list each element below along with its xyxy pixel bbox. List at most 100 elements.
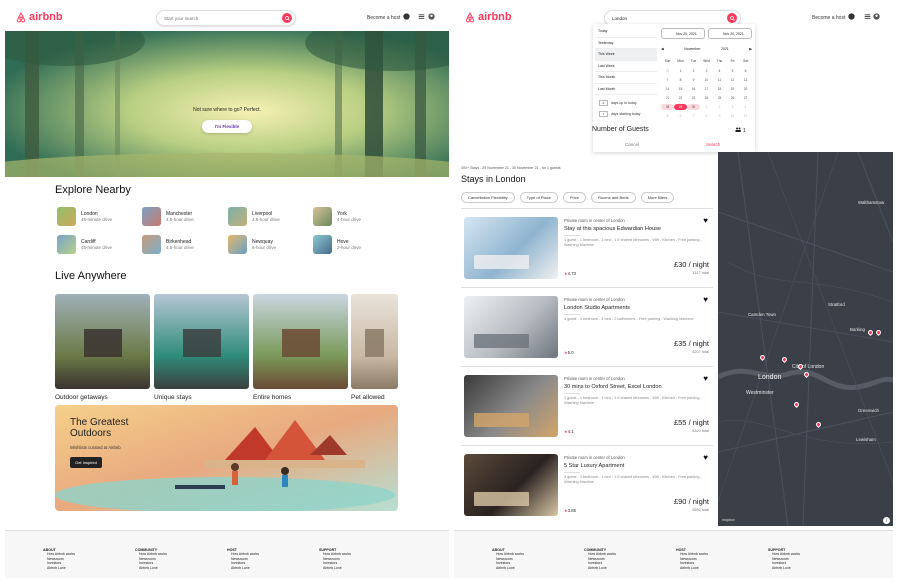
calendar-day[interactable]: 10 [726, 113, 739, 119]
calendar-day[interactable]: 15 [674, 86, 687, 92]
calendar-day[interactable]: 6 [739, 68, 752, 74]
globe-icon[interactable] [403, 13, 410, 22]
listing-photo[interactable] [464, 296, 558, 358]
nearby-item[interactable]: Hove 2-hour drive [313, 235, 361, 254]
calendar-day[interactable]: 11 [739, 113, 752, 119]
calendar-day[interactable]: 3 [726, 104, 739, 110]
calendar-day[interactable]: 7 [687, 113, 700, 119]
listing-name[interactable]: Stay at this spacious Edwardian House [564, 226, 661, 232]
nearby-item[interactable]: Birkenhead 4.5-hour drive [142, 235, 194, 254]
calendar-day[interactable]: 18 [713, 86, 726, 92]
calendar-day[interactable]: 19 [726, 86, 739, 92]
get-inspired-button[interactable]: Get Inspired [70, 457, 102, 468]
calendar-day[interactable]: 1 [674, 68, 687, 74]
nearby-item[interactable]: Cardiff 45-minute drive [57, 235, 112, 254]
live-anywhere-card[interactable] [55, 294, 150, 389]
footer-link[interactable]: Airbnb Luxe [584, 566, 616, 570]
menu-icon[interactable] [864, 13, 871, 22]
footer-link[interactable]: Airbnb Luxe [492, 566, 524, 570]
days-up-to-today[interactable]: 0 days up to today [599, 100, 637, 106]
calendar-day[interactable]: 28 [661, 104, 674, 110]
filter-chip[interactable]: Type of Place [519, 192, 558, 203]
filter-chip[interactable]: Cancellation Flexibility [461, 192, 515, 203]
filter-chip[interactable]: Rooms and Beds [590, 192, 636, 203]
heart-icon[interactable]: ♥ [703, 216, 708, 225]
calendar-day[interactable]: 27 [739, 95, 752, 101]
cancel-button[interactable]: Cancel [625, 142, 639, 147]
calendar-day[interactable]: 26 [726, 95, 739, 101]
next-month-icon[interactable]: ▶ [749, 47, 752, 51]
calendar-day[interactable]: 7 [661, 77, 674, 83]
date-preset[interactable]: Today [595, 26, 657, 38]
search-bar[interactable]: Start your search [156, 10, 296, 26]
nearby-item[interactable]: York 4-hour drive [313, 207, 361, 226]
menu-icon[interactable] [418, 13, 425, 22]
calendar-day[interactable]: 6 [674, 113, 687, 119]
calendar-day[interactable]: 21 [661, 95, 674, 101]
date-preset[interactable]: This Week [595, 49, 657, 61]
heart-icon[interactable]: ♥ [703, 453, 708, 462]
calendar-day[interactable]: 25 [713, 95, 726, 101]
calendar-day[interactable]: 5 [661, 113, 674, 119]
date-preset[interactable]: Yesterday [595, 38, 657, 49]
calendar-day[interactable]: 24 [700, 95, 713, 101]
live-anywhere-card[interactable] [253, 294, 348, 389]
listing-photo[interactable] [464, 375, 558, 437]
start-date-field[interactable]: Nov 20, 2021 [661, 28, 705, 39]
search-icon[interactable] [282, 13, 292, 23]
calendar-day[interactable]: 8 [674, 77, 687, 83]
calendar-day[interactable]: 17 [700, 86, 713, 92]
calendar-day[interactable]: 23 [687, 95, 700, 101]
footer-link[interactable]: Airbnb Luxe [135, 566, 167, 570]
listing-name[interactable]: 5 Star Luxury Apartment [564, 463, 624, 469]
mapbox-attribution[interactable]: mapbox [722, 518, 735, 522]
user-avatar-icon[interactable] [428, 13, 435, 22]
calendar-day[interactable]: 12 [726, 77, 739, 83]
date-preset[interactable]: Last Month [595, 84, 657, 95]
guests-count[interactable]: 1 [735, 127, 746, 134]
globe-icon[interactable] [848, 13, 855, 22]
year-select[interactable]: 2021 [721, 47, 729, 51]
listing-card[interactable]: Private room in center of London London S… [461, 287, 713, 366]
heart-icon[interactable]: ♥ [703, 374, 708, 383]
days-starting-today[interactable]: 7 days starting today [599, 111, 640, 117]
live-anywhere-card[interactable] [154, 294, 249, 389]
filter-chip[interactable]: More filters [640, 192, 675, 203]
nearby-item[interactable]: London 45-minute drive [57, 207, 112, 226]
calendar-day[interactable]: 4 [713, 68, 726, 74]
listing-card[interactable]: Private room in center of London 30 mins … [461, 366, 713, 445]
greatest-outdoors-banner[interactable]: The Greatest Outdoors Wishlists curated … [55, 405, 398, 511]
prev-month-icon[interactable]: ◀ [661, 47, 664, 51]
calendar-day[interactable]: 30 [687, 104, 700, 110]
footer-link[interactable]: Airbnb Luxe [768, 566, 800, 570]
calendar-day[interactable]: 20 [739, 86, 752, 92]
calendar-day[interactable]: 14 [661, 86, 674, 92]
calendar-day[interactable]: 3 [700, 68, 713, 74]
days-up-to-today-input[interactable]: 0 [599, 100, 608, 106]
footer-link[interactable]: Airbnb Luxe [43, 566, 75, 570]
days-starting-today-input[interactable]: 7 [599, 111, 608, 117]
listing-photo[interactable] [464, 217, 558, 279]
calendar-day[interactable]: 31 [661, 68, 674, 74]
calendar-day[interactable]: 29 [674, 104, 687, 110]
calendar-day[interactable]: 16 [687, 86, 700, 92]
become-host-link[interactable]: Become a host [367, 15, 400, 21]
listing-photo[interactable] [464, 454, 558, 516]
month-select[interactable]: November [684, 47, 700, 51]
search-button[interactable]: Search [706, 142, 720, 147]
footer-link[interactable]: Airbnb Luxe [227, 566, 259, 570]
airbnb-logo-right[interactable]: airbnb [465, 11, 512, 23]
live-anywhere-card[interactable] [351, 294, 398, 389]
listing-card[interactable]: Private room in center of London Stay at … [461, 208, 713, 287]
calendar-day[interactable]: 2 [713, 104, 726, 110]
calendar-day[interactable]: 13 [739, 77, 752, 83]
nearby-item[interactable]: Newquay 6-hour drive [228, 235, 276, 254]
calendar-day[interactable]: 8 [700, 113, 713, 119]
search-icon[interactable] [727, 13, 737, 23]
date-preset[interactable]: This Month [595, 72, 657, 84]
calendar-day[interactable]: 10 [700, 77, 713, 83]
user-avatar-icon[interactable] [873, 13, 880, 22]
calendar-day[interactable]: 22 [674, 95, 687, 101]
airbnb-logo[interactable]: airbnb [16, 11, 63, 23]
end-date-field[interactable]: Nov 20, 2021 [708, 28, 752, 39]
